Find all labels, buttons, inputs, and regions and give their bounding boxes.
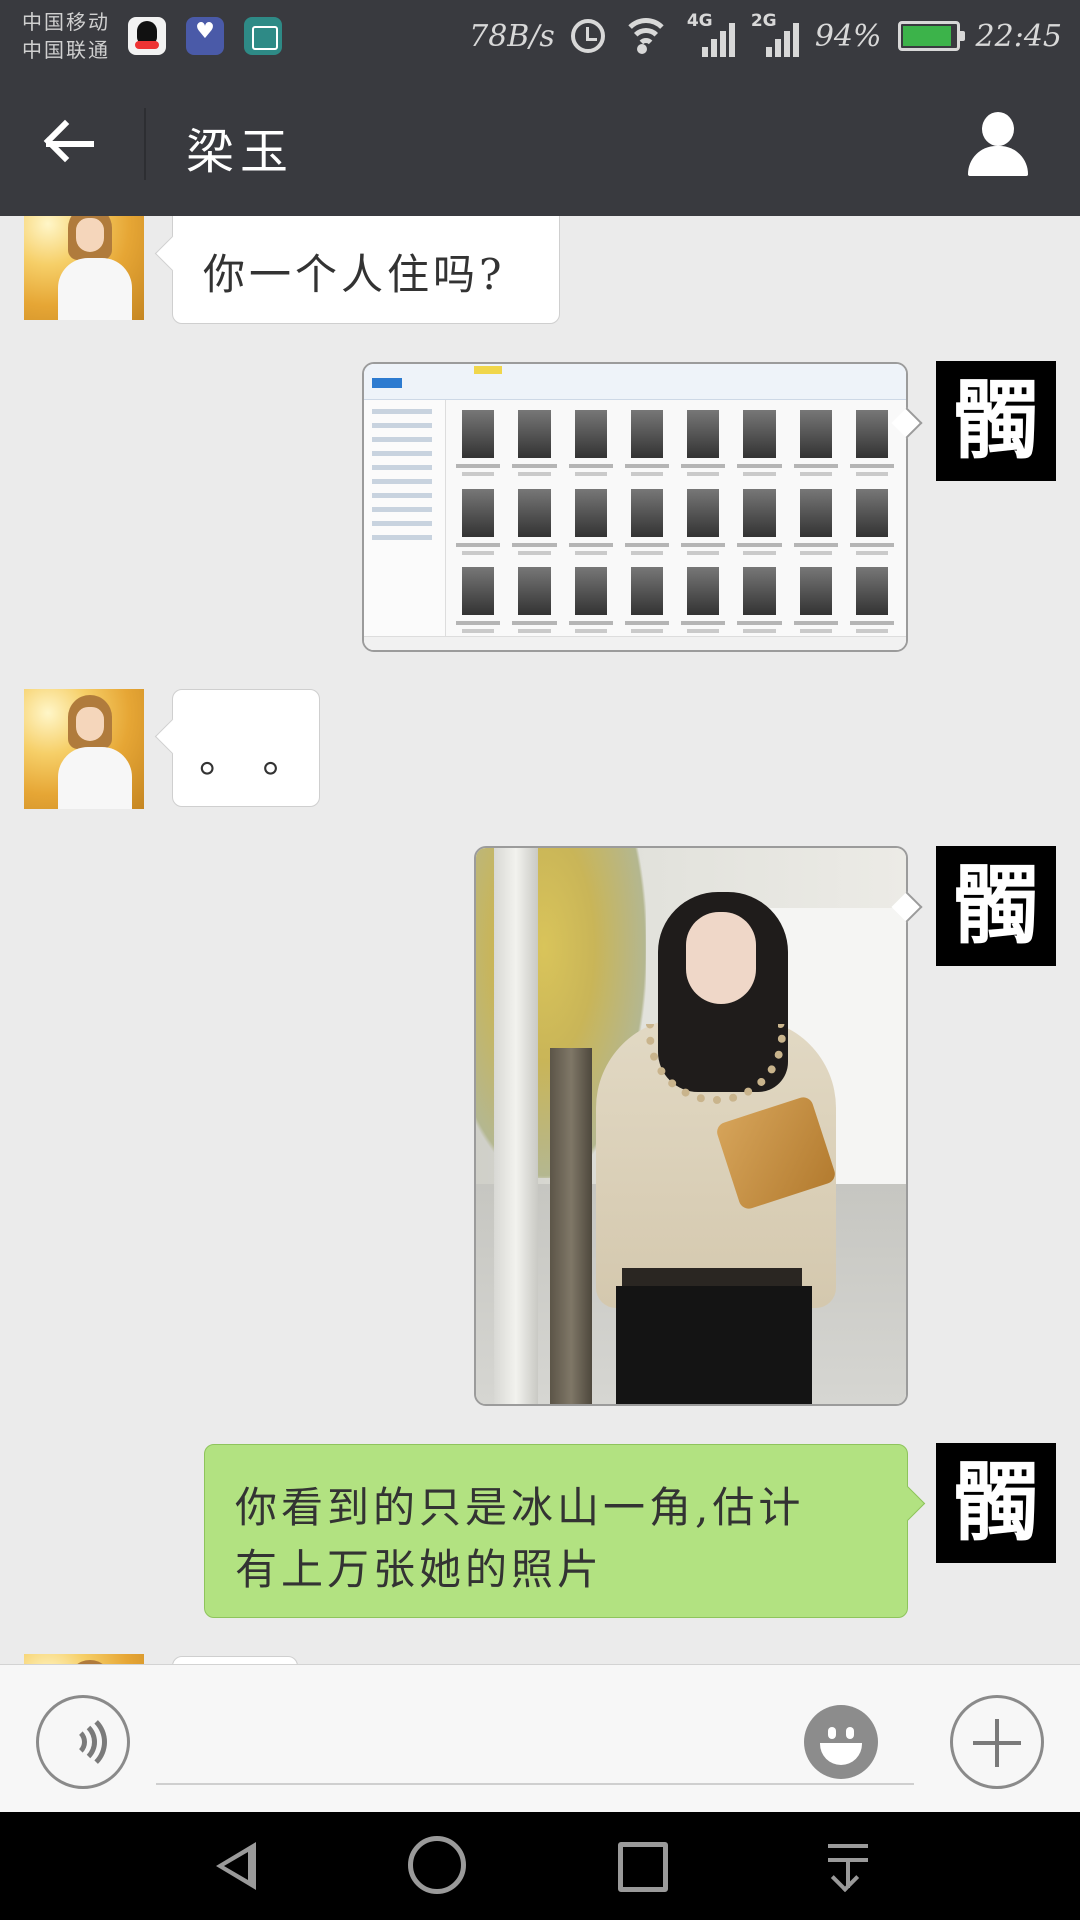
battery-fill [902,26,952,46]
self-avatar[interactable]: 髑 [936,846,1056,966]
chat-title: 梁玉 [186,124,295,180]
qq-icon [128,17,166,55]
voice-button[interactable] [36,1695,130,1789]
explorer-thumbnail [679,410,727,477]
battery-percent: 94% [814,18,882,54]
nav-back-button[interactable] [206,1836,266,1896]
explorer-thumbnail [454,488,502,556]
more-options-button[interactable] [950,1695,1044,1789]
explorer-screenshot-image [364,364,906,650]
message-bubble-incoming-partial[interactable] [172,1656,298,1664]
explorer-thumbnail [510,567,558,634]
back-button[interactable] [40,114,100,174]
carrier-1: 中国移动 [22,10,110,34]
status-time: 22:45 [975,18,1062,54]
notification-icons [128,17,282,55]
signal-sim1-icon: 4G [687,11,735,59]
explorer-thumbnail [735,410,783,477]
message-list[interactable]: 你一个人住吗? 髑 。 。 髑 你看到的只是冰山一角,估计 有上万张她的照片 髑 [0,216,1080,1664]
explorer-thumbnail [510,410,558,477]
health-icon [186,17,224,55]
message-bubble-outgoing[interactable]: 你看到的只是冰山一角,估计 有上万张她的照片 [204,1444,908,1618]
message-image-explorer[interactable] [362,362,908,652]
alarm-icon [570,19,605,53]
nav-home-button[interactable] [408,1836,466,1894]
message-bubble-incoming[interactable]: 。 。 [172,689,320,807]
carrier-2: 中国联通 [22,38,110,62]
message-text: 。 。 [199,733,309,782]
wifi-icon [620,16,671,56]
status-bar: 中国移动 中国联通 78B/s 4G 2G 94% 22:45 [0,0,1080,72]
person-icon [982,112,1014,146]
explorer-thumbnail [792,567,840,634]
gallery-icon [244,17,282,55]
message-input[interactable] [156,1701,914,1785]
carrier-labels: 中国移动 中国联通 [22,8,110,64]
contact-avatar[interactable] [24,689,144,809]
explorer-thumbnail [848,567,896,634]
self-avatar[interactable]: 髑 [936,361,1056,481]
message-image-photo[interactable] [474,846,908,1406]
system-navigation-bar [0,1812,1080,1920]
explorer-thumbnail [510,488,558,556]
explorer-thumbnail [679,488,727,556]
explorer-thumbnail [735,567,783,634]
contact-avatar[interactable] [24,216,144,320]
explorer-thumbnail [735,488,783,556]
explorer-thumbnail [623,567,671,634]
explorer-thumbnail [792,488,840,556]
smiley-icon [828,1727,836,1739]
message-text-line-1: 你看到的只是冰山一角,估计 [235,1483,805,1532]
message-text: 你一个人住吗? [203,250,506,299]
explorer-thumbnail [567,488,615,556]
explorer-thumbnail [623,488,671,556]
battery-icon [897,21,965,51]
signal-sim2-icon: 2G [751,11,799,59]
explorer-thumbnail [848,488,896,556]
message-bubble-incoming[interactable]: 你一个人住吗? [172,216,560,324]
contact-avatar[interactable] [24,1654,144,1664]
explorer-thumbnail [454,567,502,634]
emoji-button[interactable] [804,1705,878,1779]
message-text: 你看到的只是冰山一角,估计 有上万张她的照片 [235,1477,804,1601]
explorer-thumbnail [454,410,502,477]
explorer-thumbnail [567,567,615,634]
message-text-line-2: 有上万张她的照片 [235,1545,604,1594]
explorer-thumbnail [567,410,615,477]
explorer-thumbnail [848,410,896,477]
chat-header: 梁玉 [0,72,1080,216]
header-divider [144,108,146,180]
contact-profile-button[interactable] [966,112,1030,176]
input-bar [0,1664,1080,1812]
network-speed: 78B/s [469,18,555,54]
self-avatar[interactable]: 髑 [936,1443,1056,1563]
nav-recents-button[interactable] [618,1842,668,1892]
explorer-thumbnail [623,410,671,477]
explorer-thumbnail [792,410,840,477]
nav-notification-drawer-button[interactable] [818,1836,878,1896]
status-indicators: 78B/s 4G 2G 94% 22:45 [469,0,1062,72]
explorer-thumbnail [679,567,727,634]
woman-photo-image [476,848,906,1404]
